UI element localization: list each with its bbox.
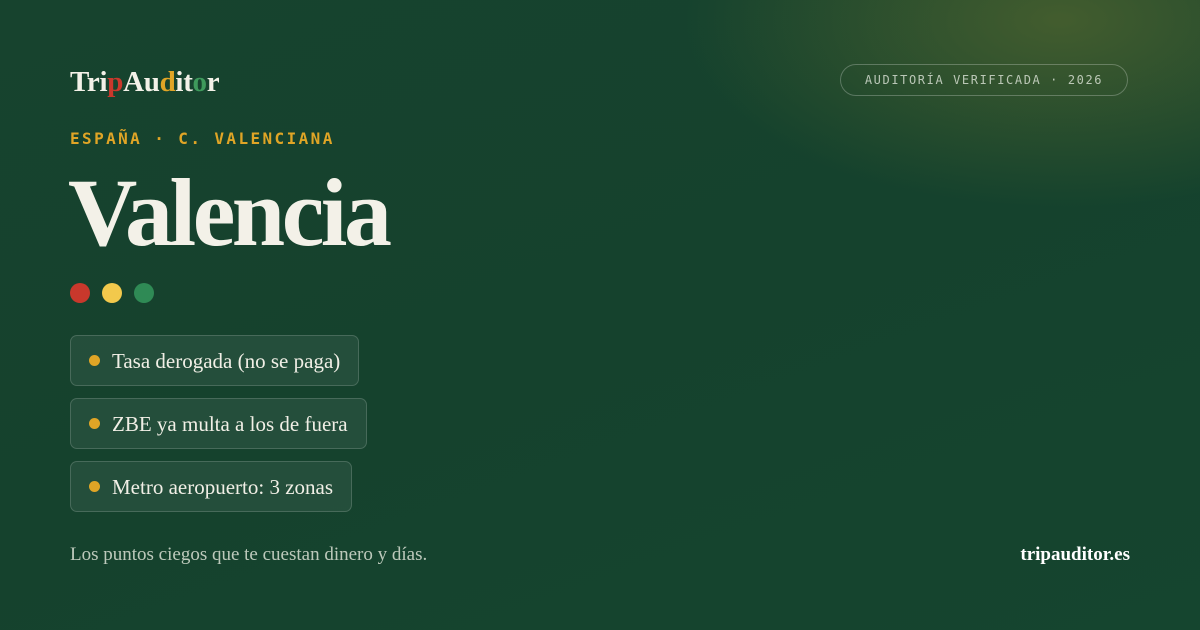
site-domain-link[interactable]: tripauditor.es (1020, 543, 1130, 567)
logo-letter: r (206, 66, 220, 98)
logo-letter: r (86, 66, 100, 98)
finding-item: Metro aeropuerto: 3 zonas (70, 461, 353, 512)
logo-letter: T (70, 66, 87, 98)
finding-item: ZBE ya multa a los de fuera (70, 398, 367, 449)
region-label: ESPAÑA · C. VALENCIANA (70, 129, 335, 148)
verified-audit-badge: AUDITORÍA VERIFICADA · 2026 (840, 64, 1128, 96)
finding-label: ZBE ya multa a los de fuera (112, 411, 348, 436)
status-dot-yellow (102, 283, 122, 303)
bullet-dot-icon (89, 481, 100, 492)
bullet-dot-icon (89, 418, 100, 429)
finding-label: Metro aeropuerto: 3 zonas (112, 474, 334, 499)
status-dot-red (70, 283, 90, 303)
logo-letter: d (159, 66, 176, 98)
logo-letter: A (123, 66, 144, 98)
findings-list: Tasa derogada (no se paga) ZBE ya multa a… (70, 335, 367, 512)
logo-letter: u (143, 66, 160, 98)
finding-item: Tasa derogada (no se paga) (70, 335, 360, 386)
finding-label: Tasa derogada (no se paga) (112, 348, 341, 373)
tagline: Los puntos ciegos que te cuestan dinero … (70, 544, 428, 565)
city-title: Valencia (68, 159, 392, 266)
brand-logo[interactable]: TripAuditor (70, 62, 220, 102)
logo-letter: t (183, 66, 193, 98)
bullet-dot-icon (89, 355, 100, 366)
logo-letter: o (192, 66, 208, 98)
traffic-light-indicator (70, 283, 154, 303)
logo-letter: p (107, 66, 124, 98)
status-dot-green (134, 283, 154, 303)
